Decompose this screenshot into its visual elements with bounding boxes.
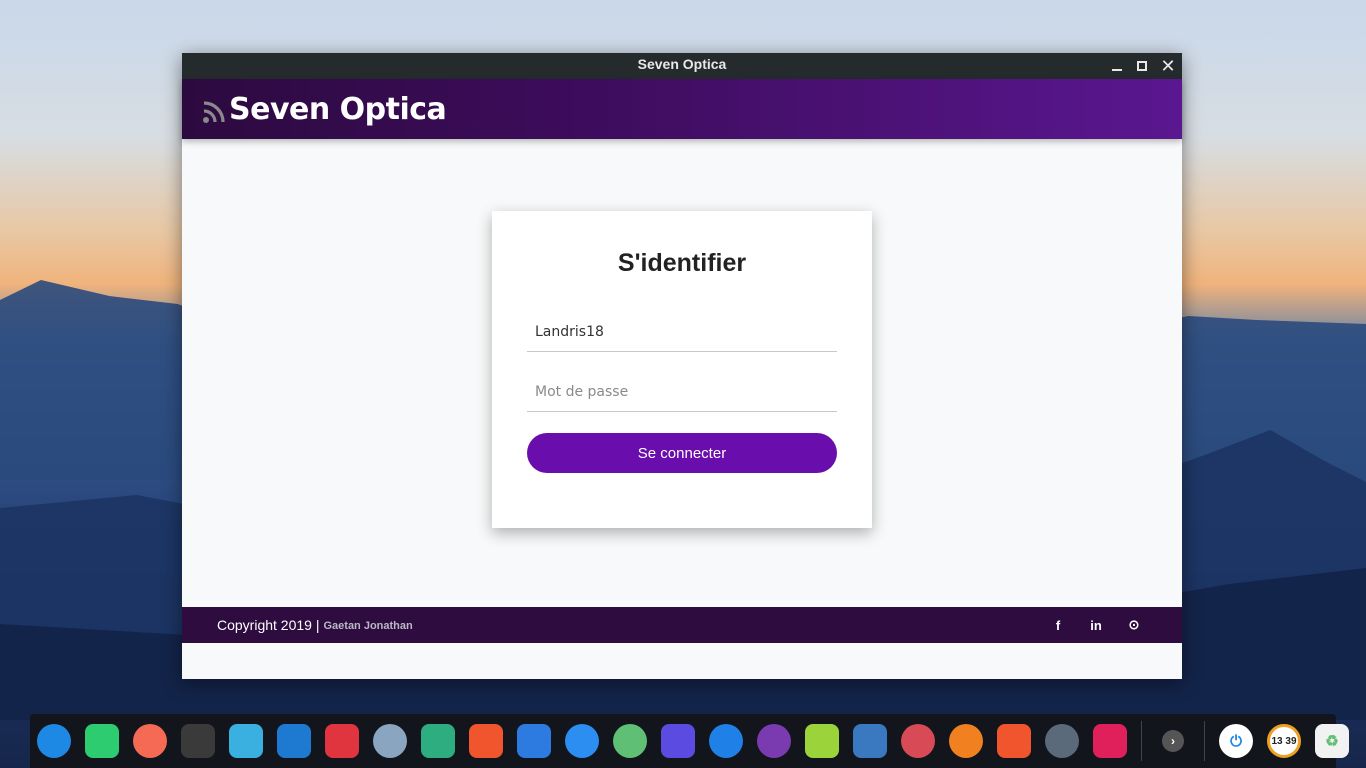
atom-icon[interactable] <box>1045 724 1079 758</box>
brave-icon[interactable] <box>469 724 503 758</box>
messenger-icon[interactable] <box>565 724 599 758</box>
atom-green-icon[interactable] <box>613 724 647 758</box>
login-button[interactable]: Se connecter <box>527 433 837 473</box>
writer-icon[interactable] <box>661 724 695 758</box>
minimize-button[interactable] <box>1104 53 1130 79</box>
dock-separator <box>1204 721 1205 761</box>
tor-browser-icon[interactable] <box>757 724 791 758</box>
maximize-button[interactable] <box>1129 53 1155 79</box>
firefox-icon[interactable] <box>949 724 983 758</box>
password-input[interactable] <box>527 372 837 412</box>
login-card: S'identifier Se connecter <box>492 211 872 528</box>
chevron-right-icon[interactable]: › <box>1162 730 1184 752</box>
power-icon[interactable]: ⏻ <box>1219 724 1253 758</box>
main-content: S'identifier Se connecter Copyright 2019… <box>182 139 1182 643</box>
music-player-icon[interactable] <box>805 724 839 758</box>
facebook-icon[interactable]: f <box>1050 618 1066 633</box>
rss-icon <box>203 101 225 123</box>
chromium-icon[interactable] <box>373 724 407 758</box>
terminal-red-icon[interactable] <box>325 724 359 758</box>
vscode-icon[interactable] <box>277 724 311 758</box>
window-title: Seven Optica <box>637 56 727 72</box>
screenshot-icon[interactable] <box>1093 724 1127 758</box>
linkedin-icon[interactable]: in <box>1088 618 1104 633</box>
settings-icon[interactable] <box>901 724 935 758</box>
manjaro-icon[interactable] <box>421 724 455 758</box>
minimize-icon <box>1112 69 1122 71</box>
maximize-icon <box>1137 61 1147 71</box>
dock-separator <box>1141 721 1142 761</box>
trash-icon[interactable]: ♻ <box>1315 724 1349 758</box>
brand-logo-text[interactable]: Seven Optica <box>229 92 447 127</box>
deepin-launcher-icon[interactable] <box>37 724 71 758</box>
close-icon: ✕ <box>1160 55 1176 76</box>
username-input[interactable] <box>527 312 837 352</box>
brave-2-icon[interactable] <box>997 724 1031 758</box>
author-link[interactable]: Gaetan Jonathan <box>323 620 412 632</box>
archive-icon[interactable] <box>229 724 263 758</box>
app-header: Seven Optica <box>182 79 1182 139</box>
taskbar-dock: › ⏻ 13 39 ♻ <box>30 714 1349 768</box>
clock-icon[interactable]: 13 39 <box>1267 724 1301 758</box>
login-heading: S'identifier <box>617 249 747 277</box>
terminal-icon[interactable] <box>181 724 215 758</box>
copyright-text: Copyright 2019 | <box>217 617 320 633</box>
social-links: f in ⊙ <box>1050 607 1142 643</box>
github-icon[interactable]: ⊙ <box>1126 617 1142 633</box>
footer: Copyright 2019 | Gaetan Jonathan f in ⊙ <box>182 607 1182 643</box>
firefox-dev-icon[interactable] <box>709 724 743 758</box>
title-bar[interactable]: Seven Optica ✕ <box>182 53 1182 79</box>
close-button[interactable]: ✕ <box>1155 53 1181 79</box>
file-manager-icon[interactable] <box>85 724 119 758</box>
video-editor-icon[interactable] <box>517 724 551 758</box>
app-window: Seven Optica ✕ Seven Optica S'identifier… <box>182 53 1182 679</box>
download-icon[interactable] <box>853 724 887 758</box>
app-store-icon[interactable] <box>133 724 167 758</box>
